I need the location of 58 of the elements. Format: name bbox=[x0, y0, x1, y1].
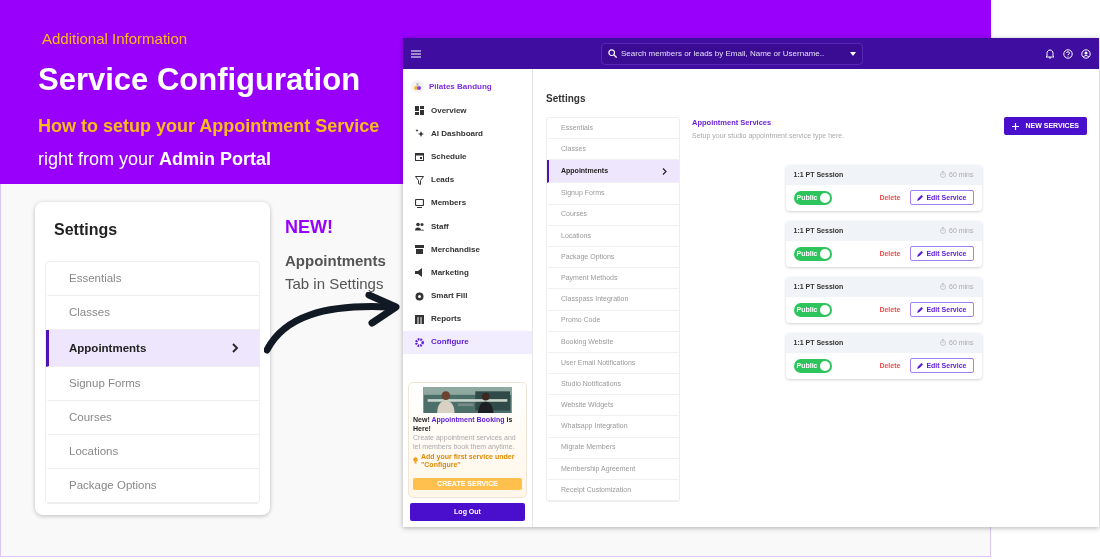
help-icon[interactable] bbox=[1063, 48, 1073, 59]
timer-icon bbox=[940, 283, 946, 291]
nav-item[interactable]: Smart Fill bbox=[403, 284, 532, 308]
pencil-icon bbox=[917, 194, 924, 201]
table-icon bbox=[415, 314, 424, 324]
nav-item[interactable]: Schedule bbox=[403, 145, 532, 169]
settings-item[interactable]: Package Options bbox=[46, 469, 259, 504]
nav-item[interactable]: Reports bbox=[403, 307, 532, 331]
store-icon bbox=[415, 245, 424, 255]
settings-item[interactable]: Appointments bbox=[46, 330, 259, 368]
banner-subtitle: How to setup your Appointment Service bbox=[38, 115, 380, 138]
search-bar[interactable]: Search members or leads by Email, Name or Username.. bbox=[601, 42, 863, 65]
lightbulb-icon bbox=[413, 457, 418, 465]
brand-logo-icon bbox=[411, 80, 424, 93]
nav-item[interactable]: Marketing bbox=[403, 261, 532, 285]
megaphone-icon bbox=[415, 268, 424, 278]
plus-icon bbox=[1012, 122, 1020, 130]
nav-item[interactable]: Staff bbox=[403, 214, 532, 239]
search-icon bbox=[608, 49, 617, 58]
banner-title: Service Configuration bbox=[38, 60, 361, 99]
settings-item[interactable]: Courses bbox=[46, 401, 259, 436]
settings-item[interactable]: Locations bbox=[46, 435, 259, 470]
calendar-icon bbox=[415, 152, 424, 162]
timer-icon bbox=[940, 339, 946, 347]
chevron-right-icon bbox=[231, 343, 239, 354]
settings-icon bbox=[415, 337, 424, 347]
page-title: Settings bbox=[546, 93, 587, 105]
settings-item[interactable]: Essentials bbox=[46, 262, 259, 297]
dashboard-icon bbox=[415, 106, 424, 116]
nav-item[interactable]: Merchandise bbox=[403, 238, 532, 262]
nav-item[interactable]: AI Dashboard bbox=[403, 122, 532, 146]
callout-text: Tab in Settings bbox=[285, 273, 385, 294]
filter-icon bbox=[415, 175, 424, 185]
caret-icon bbox=[850, 51, 856, 56]
profile-icon[interactable] bbox=[1081, 48, 1091, 59]
chevron-right-icon bbox=[662, 167, 667, 175]
banner-tagline: right from your Admin Portal bbox=[38, 148, 272, 171]
pencil-icon bbox=[917, 250, 924, 257]
nav-item[interactable]: Overview bbox=[403, 99, 532, 123]
menu-icon[interactable] bbox=[411, 49, 421, 58]
timer-icon bbox=[940, 171, 946, 179]
search-field[interactable]: Search members or leads by Email, Name or Username.. bbox=[621, 47, 846, 60]
pencil-icon bbox=[917, 362, 924, 369]
monitor-icon bbox=[415, 198, 424, 208]
people-icon bbox=[415, 222, 424, 232]
brand-name: Pilates Bandung bbox=[429, 80, 492, 93]
nav-item[interactable]: Members bbox=[403, 191, 532, 215]
settings-item[interactable]: Signup Forms bbox=[46, 367, 259, 402]
timer-icon bbox=[940, 227, 946, 235]
sparkle-icon bbox=[415, 129, 424, 139]
new-label: NEW! bbox=[285, 216, 334, 239]
nav-item[interactable]: Configure bbox=[403, 330, 532, 355]
bell-icon[interactable] bbox=[1045, 48, 1055, 59]
card-title: Settings bbox=[54, 220, 119, 240]
pencil-icon bbox=[917, 306, 924, 313]
eyebrow-text: Additional Information bbox=[42, 29, 188, 49]
nav-item[interactable]: Leads bbox=[403, 168, 532, 192]
callout-heading: Appointments bbox=[285, 251, 386, 271]
